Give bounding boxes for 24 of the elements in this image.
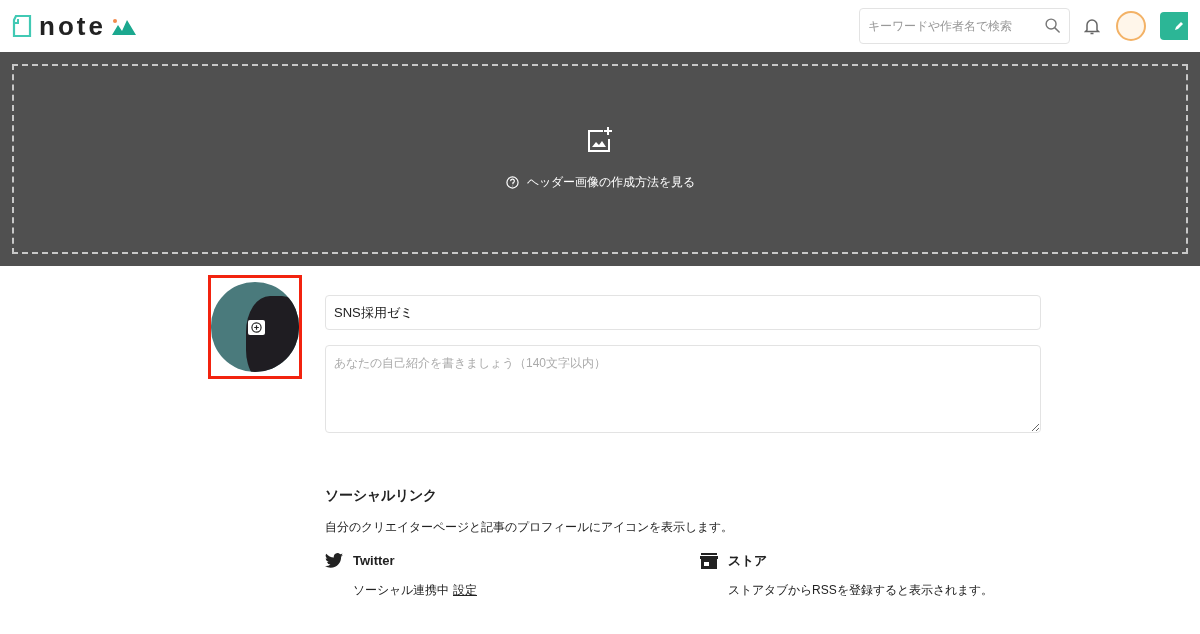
- bell-icon[interactable]: [1084, 17, 1100, 35]
- settings-link[interactable]: 設定: [453, 580, 477, 599]
- pencil-icon: [1174, 21, 1184, 31]
- search-field[interactable]: キーワードや作者名で検索: [859, 8, 1070, 44]
- bird-icon: [325, 553, 343, 569]
- help-icon: [505, 175, 519, 189]
- add-image-icon[interactable]: [587, 127, 613, 153]
- cover-area[interactable]: ヘッダー画像の作成方法を見る: [0, 52, 1200, 266]
- service-name: ストア: [728, 552, 767, 570]
- service-name: Twitter: [353, 552, 395, 570]
- camera-icon: [248, 320, 265, 335]
- bio-field[interactable]: あなたの自己紹介を書きましょう（140文字以内）: [325, 345, 1041, 433]
- mountains-icon: [111, 17, 136, 35]
- name-field[interactable]: SNS採用ゼミ: [325, 295, 1041, 330]
- note-logo-icon: [12, 15, 32, 37]
- section-title: ソーシャルリンク: [325, 486, 438, 505]
- search-icon: [1044, 17, 1061, 34]
- section-description: 自分のクリエイターページと記事のプロフィールにアイコンを表示します。: [325, 519, 734, 536]
- service-status: ソーシャル連携中: [353, 581, 449, 599]
- service-status: ストアタブからRSSを登録すると表示されます。: [728, 581, 993, 599]
- help-link[interactable]: ヘッダー画像の作成方法を見る: [526, 173, 695, 191]
- post-button[interactable]: [1160, 12, 1188, 40]
- logo-text[interactable]: note: [39, 13, 106, 39]
- store-icon: [700, 552, 718, 569]
